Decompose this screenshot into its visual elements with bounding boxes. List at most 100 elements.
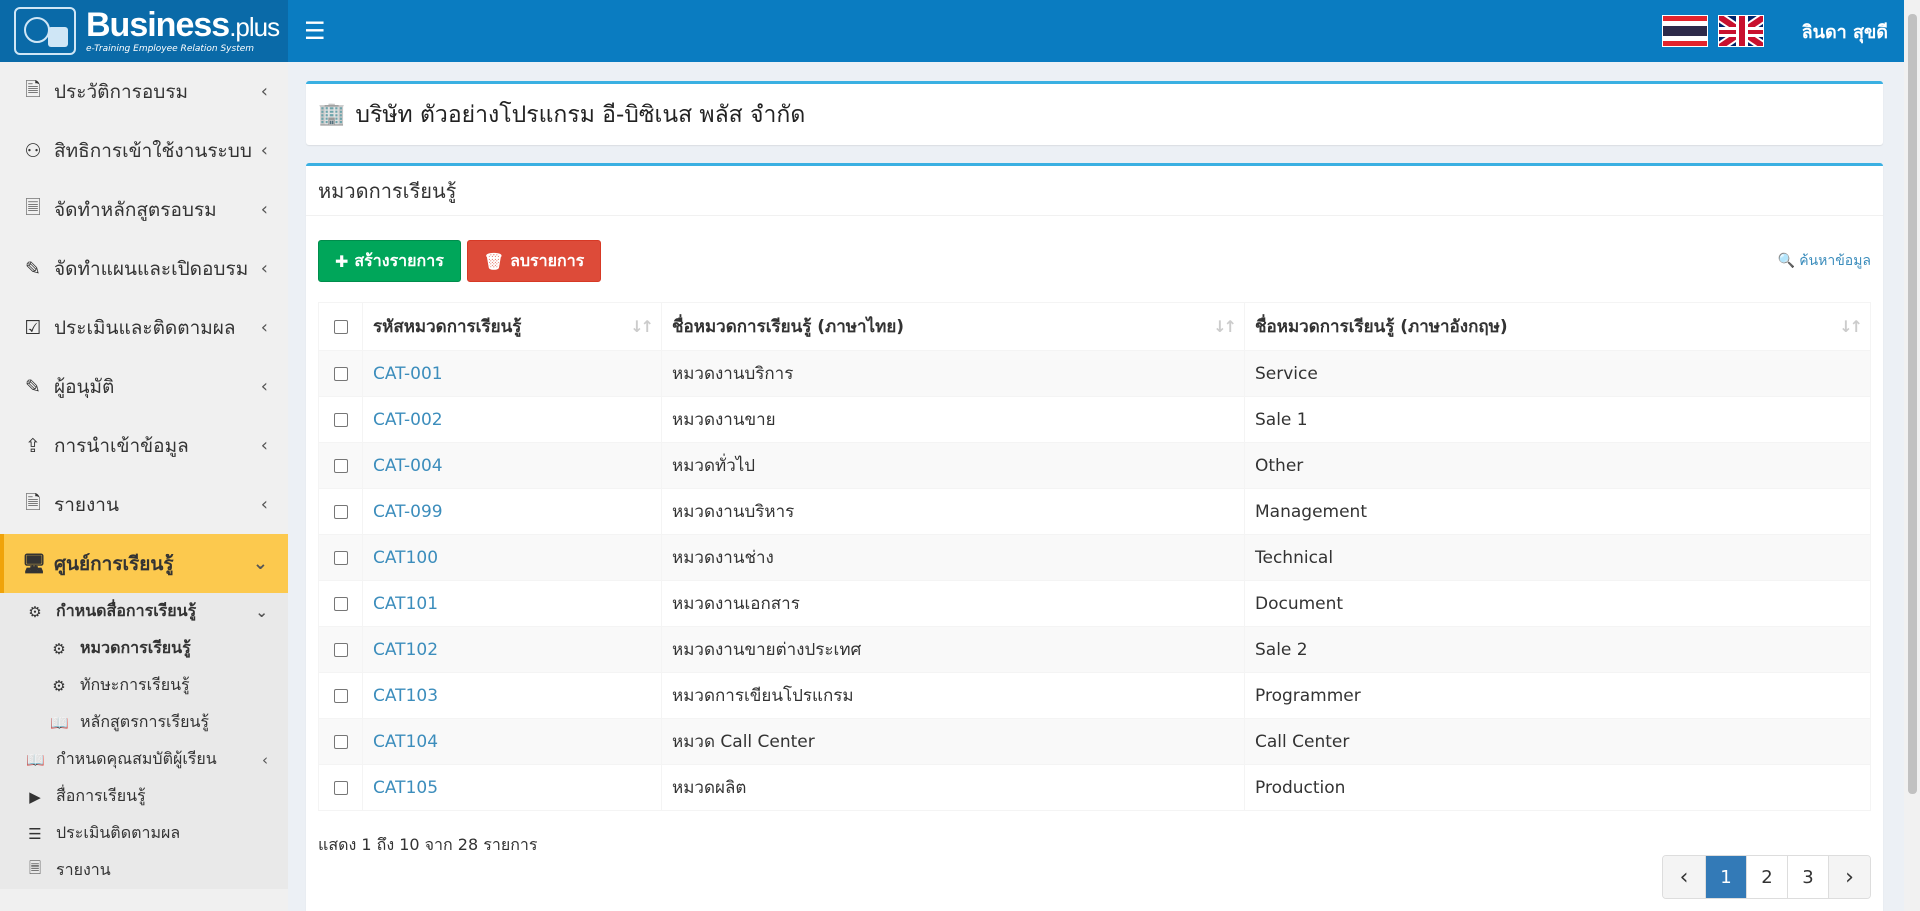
table-row: CAT-004 หมวดทั่วไป Other	[318, 442, 1871, 489]
english-name-cell: Technical	[1244, 534, 1871, 581]
toolbar: ✚ สร้างรายการ 🗑 ลบรายการ 🔍 ค้นหาข้อมูล	[306, 216, 1883, 302]
category-code-link[interactable]: CAT-001	[373, 364, 443, 384]
column-header-code[interactable]: รหัสหมวดการเรียนรู้ ↓↑	[362, 302, 662, 351]
vertical-scrollbar[interactable]	[1904, 0, 1920, 911]
column-header-thai-name[interactable]: ชื่อหมวดการเรียนรู้ (ภาษาไทย) ↓↑	[661, 302, 1245, 351]
row-checkbox[interactable]	[318, 672, 363, 719]
sidebar-subitem-media[interactable]: ▶ สื่อการเรียนรู้	[0, 778, 288, 815]
category-code-link[interactable]: CAT105	[373, 778, 438, 798]
uk-flag-icon[interactable]	[1717, 15, 1764, 47]
row-checkbox[interactable]	[318, 396, 363, 443]
category-code-link[interactable]: CAT102	[373, 640, 438, 660]
row-checkbox[interactable]	[318, 350, 363, 397]
row-checkbox[interactable]	[318, 442, 363, 489]
thai-name-cell: หมวดงานเอกสาร	[661, 580, 1245, 627]
table-row: CAT101 หมวดงานเอกสาร Document	[318, 580, 1871, 627]
gear-icon: ⚙	[52, 676, 66, 695]
english-name-cell: Management	[1244, 488, 1871, 535]
sidebar-item-course-setup[interactable]: 🗏 จัดทำหลักสูตรอบรม ‹	[0, 180, 288, 239]
sort-icon: ↓↑	[630, 317, 654, 336]
thai-name-cell: หมวดงานช่าง	[661, 534, 1245, 581]
scrollbar-thumb[interactable]	[1908, 14, 1917, 794]
sidebar-item-learning-center[interactable]: 🖥 ศูนย์การเรียนรู้ ⌄	[0, 534, 288, 593]
english-name-cell: Other	[1244, 442, 1871, 489]
category-code-link[interactable]: CAT103	[373, 686, 438, 706]
page-button-3[interactable]: 3	[1787, 856, 1828, 898]
sidebar-subitem-course[interactable]: 📖 หลักสูตรการเรียนรู้	[0, 704, 288, 741]
chevron-left-icon: ‹	[260, 494, 268, 515]
page-button-2[interactable]: 2	[1746, 856, 1787, 898]
category-code-link[interactable]: CAT-099	[373, 502, 443, 522]
table-row: CAT-099 หมวดงานบริหาร Management	[318, 488, 1871, 535]
english-name-cell: Programmer	[1244, 672, 1871, 719]
document-icon: 🗎	[25, 78, 41, 101]
page-title: หมวดการเรียนรู้	[306, 166, 1883, 216]
row-checkbox[interactable]	[318, 764, 363, 811]
column-header-english-name[interactable]: ชื่อหมวดการเรียนรู้ (ภาษาอังกฤษ) ↓↑	[1244, 302, 1871, 351]
sidebar-item-evaluation[interactable]: ☑ ประเมินและติดตามผล ‹	[0, 298, 288, 357]
category-code-link[interactable]: CAT104	[373, 732, 438, 752]
sort-icon: ↓↑	[1213, 317, 1237, 336]
delete-button[interactable]: 🗑 ลบรายการ	[466, 240, 602, 282]
search-link[interactable]: 🔍 ค้นหาข้อมูล	[1778, 250, 1871, 272]
user-name[interactable]: ลินดา สุขดี	[1802, 17, 1888, 46]
select-all-checkbox[interactable]	[318, 302, 363, 351]
row-checkbox[interactable]	[318, 718, 363, 765]
row-checkbox[interactable]	[318, 534, 363, 581]
trash-icon: 🗑	[483, 251, 505, 271]
thai-name-cell: หมวดงานขายต่างประเทศ	[661, 626, 1245, 673]
row-checkbox[interactable]	[318, 580, 363, 627]
category-code-link[interactable]: CAT-004	[373, 456, 443, 476]
book-icon: 📖	[26, 750, 45, 769]
chevron-left-icon: ‹	[1679, 864, 1689, 890]
users-icon: ⚇	[24, 139, 42, 162]
sidebar-item-training-history[interactable]: 🗎 ประวัติการอบรม ‹	[0, 62, 288, 121]
prev-page-button[interactable]: ‹	[1663, 856, 1705, 898]
table-row: CAT103 หมวดการเขียนโปรแกรม Programmer	[318, 672, 1871, 719]
logo[interactable]: Business.plus e-Training Employee Relati…	[0, 0, 288, 62]
table-row: CAT-002 หมวดงานขาย Sale 1	[318, 396, 1871, 443]
row-checkbox[interactable]	[318, 488, 363, 535]
thai-flag-icon[interactable]	[1661, 15, 1708, 47]
sidebar-subitem-skill[interactable]: ⚙ ทักษะการเรียนรู้	[0, 667, 288, 704]
create-button[interactable]: ✚ สร้างรายการ	[318, 240, 461, 282]
sidebar-item-approver[interactable]: ✎ ผู้อนุมัติ ‹	[0, 357, 288, 416]
sidebar-subitem-learner-qualification[interactable]: 📖 กำหนดคุณสมบัติผู้เรียน ‹	[0, 741, 288, 778]
sidebar-subitem-media-settings[interactable]: ⚙ กำหนดสื่อการเรียนรู้ ⌄	[0, 593, 288, 630]
next-page-button[interactable]: ›	[1828, 856, 1870, 898]
chevron-left-icon: ‹	[260, 199, 268, 220]
chevron-right-icon: ›	[1845, 864, 1854, 890]
chevron-left-icon: ‹	[260, 435, 268, 456]
gear-icon: ⚙	[52, 639, 66, 658]
pagination: ‹ 1 2 3 ›	[1662, 855, 1871, 899]
english-name-cell: Sale 2	[1244, 626, 1871, 673]
category-code-link[interactable]: CAT100	[373, 548, 438, 568]
edit-icon: ✎	[25, 375, 41, 398]
hamburger-menu-icon[interactable]: ☰	[304, 17, 326, 45]
page-button-1[interactable]: 1	[1705, 856, 1746, 898]
sidebar-item-plan-open[interactable]: ✎ จัดทำแผนและเปิดอบรม ‹	[0, 239, 288, 298]
sidebar-subitem-category[interactable]: ⚙ หมวดการเรียนรู้	[0, 630, 288, 667]
sidebar-item-report[interactable]: 🗎 รายงาน ‹	[0, 475, 288, 534]
category-code-link[interactable]: CAT101	[373, 594, 438, 614]
sidebar-subitem-report[interactable]: 🗏 รายงาน	[0, 852, 288, 889]
thai-name-cell: หมวดทั่วไป	[661, 442, 1245, 489]
logo-mark-icon	[14, 7, 76, 55]
file-icon: 🗏	[25, 196, 41, 219]
category-code-link[interactable]: CAT-002	[373, 410, 443, 430]
building-icon: 🏢	[318, 102, 346, 127]
thai-name-cell: หมวดงานบริการ	[661, 350, 1245, 397]
chevron-left-icon: ‹	[262, 750, 268, 769]
chevron-down-icon: ⌄	[252, 553, 268, 574]
sidebar-subitem-evaluate[interactable]: ☰ ประเมินติดตามผล	[0, 815, 288, 852]
row-checkbox[interactable]	[318, 626, 363, 673]
search-icon: 🔍	[1777, 253, 1796, 269]
chevron-down-icon: ⌄	[255, 602, 268, 621]
category-table: รหัสหมวดการเรียนรู้ ↓↑ ชื่อหมวดการเรียนรู…	[318, 302, 1871, 811]
sidebar-item-access-rights[interactable]: ⚇ สิทธิการเข้าใช้งานระบบ ‹	[0, 121, 288, 180]
thai-name-cell: หมวด Call Center	[661, 718, 1245, 765]
sidebar-item-import[interactable]: ⇪ การนำเข้าข้อมูล ‹	[0, 416, 288, 475]
company-name: บริษัท ตัวอย่างโปรแกรม อี-บิซิเนส พลัส จ…	[355, 101, 806, 128]
list-icon: ☰	[28, 824, 42, 843]
chevron-left-icon: ‹	[260, 81, 268, 102]
